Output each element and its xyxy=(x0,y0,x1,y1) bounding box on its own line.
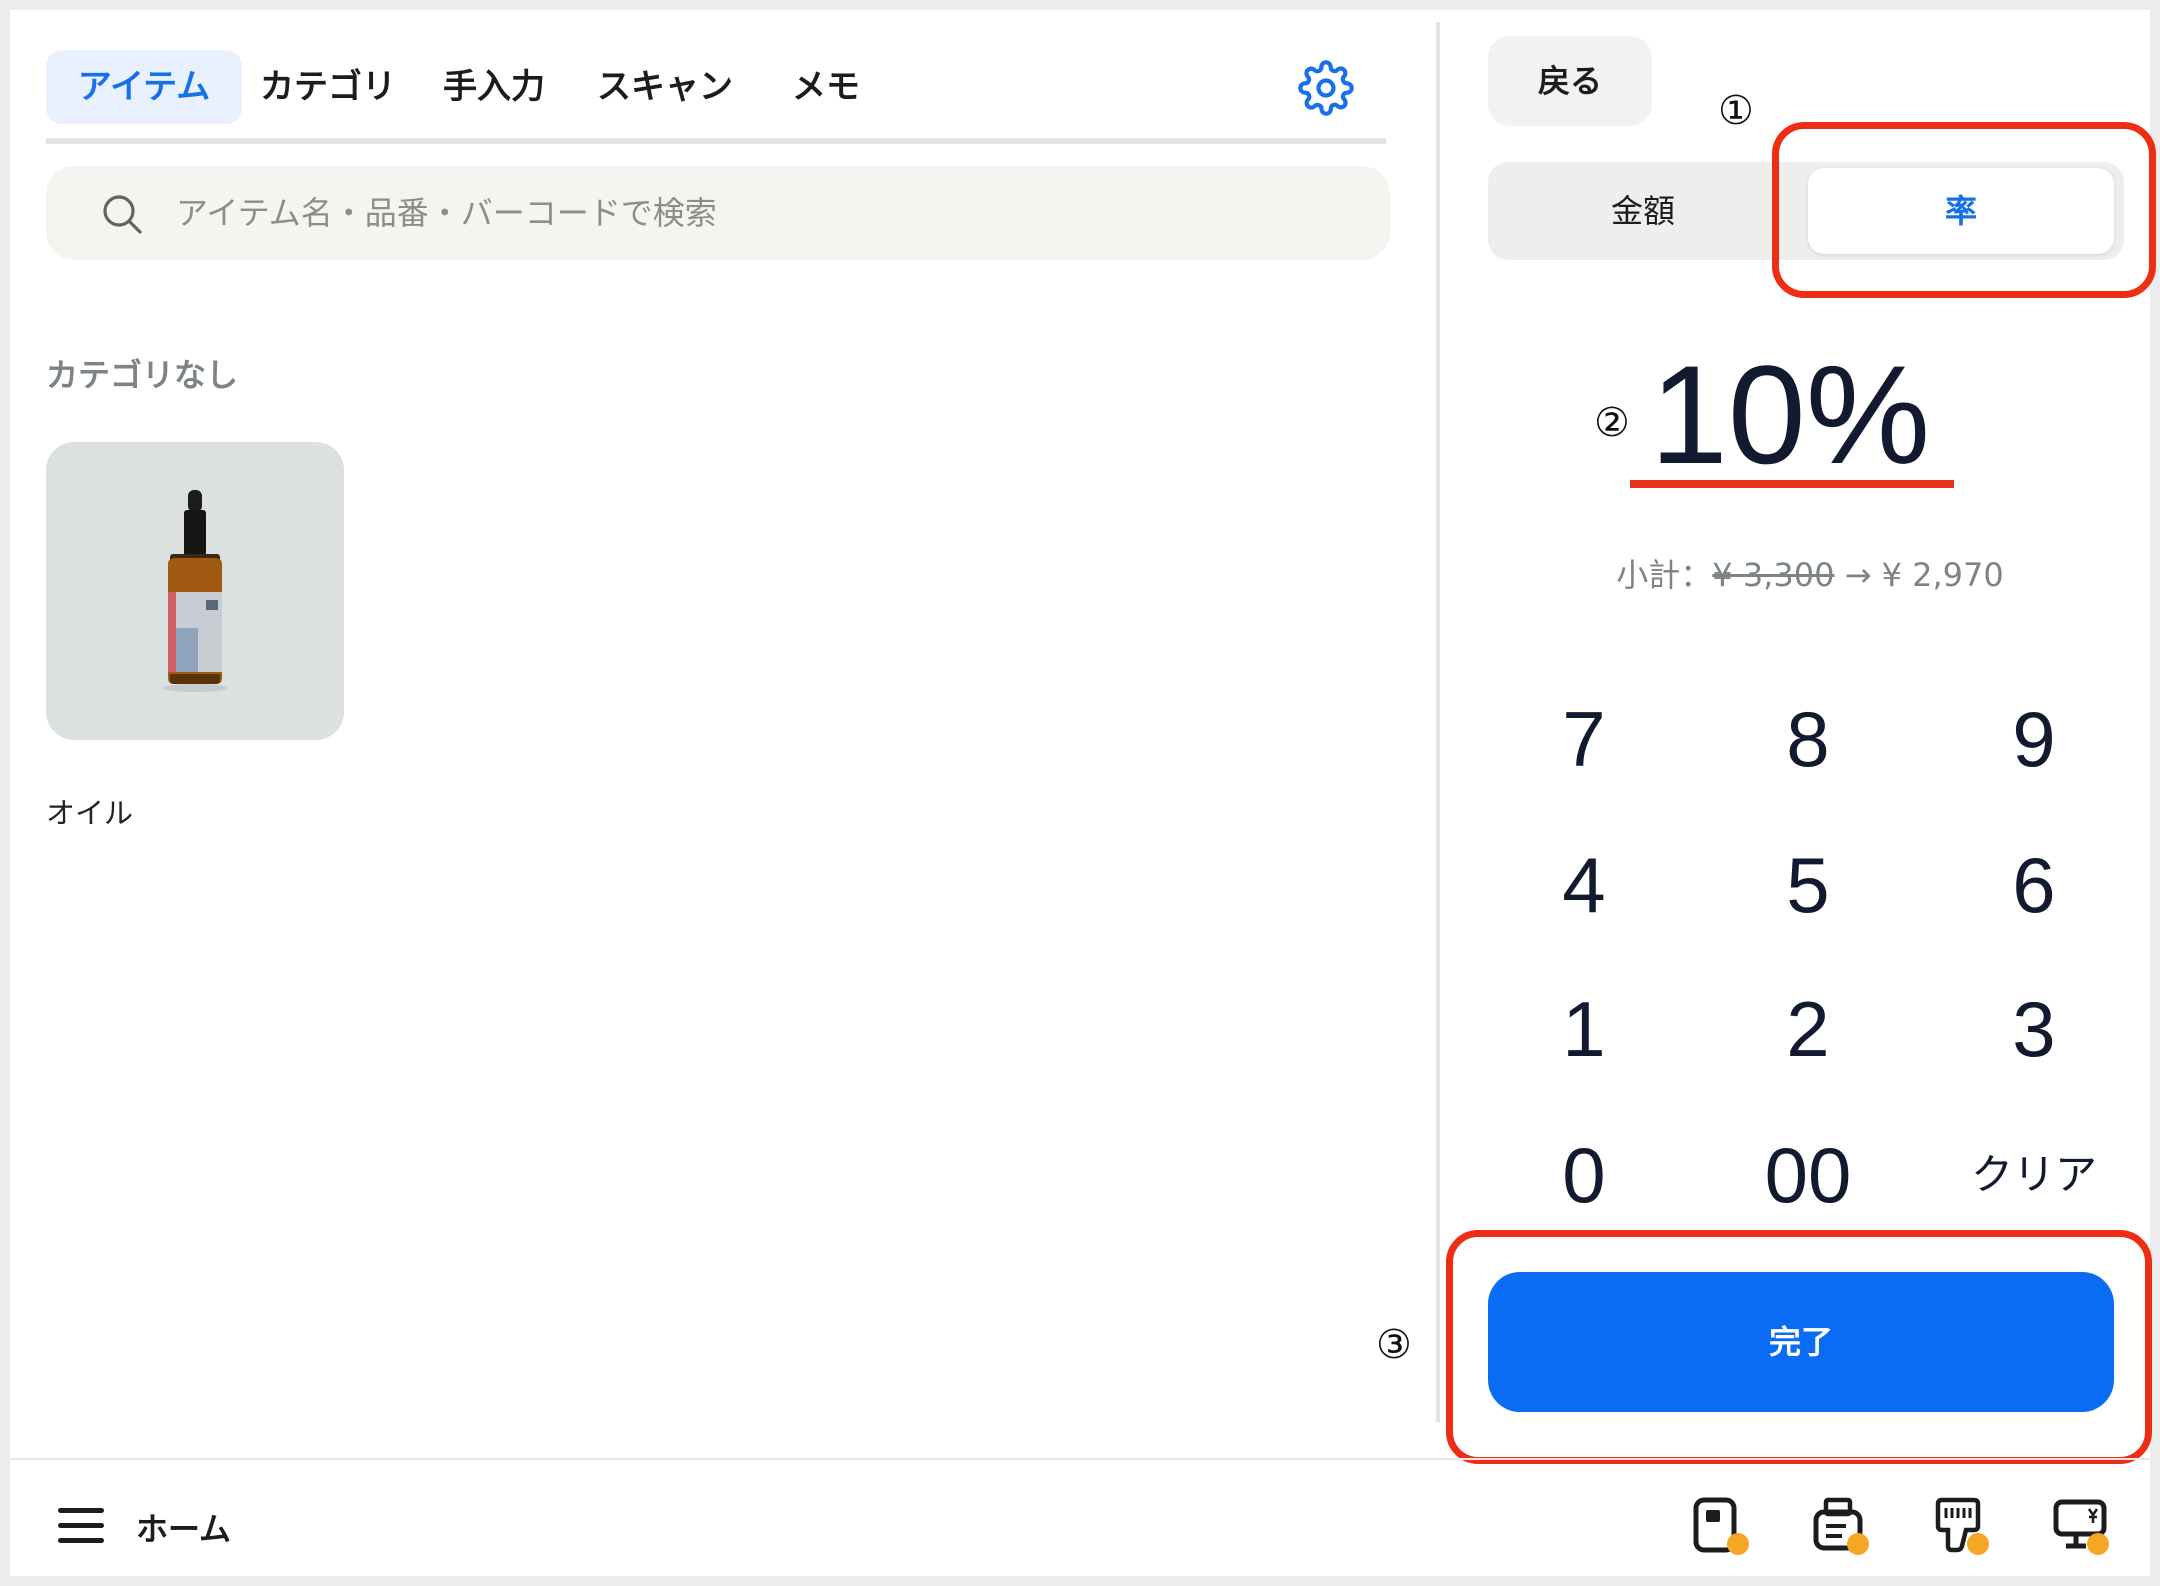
search-input[interactable] xyxy=(176,166,1356,260)
subtotal-line: 小計：¥ 3,300 → ¥ 2,970 xyxy=(1510,550,2110,596)
hamburger-menu-icon[interactable] xyxy=(56,1504,106,1548)
segment-amount[interactable]: 金額 xyxy=(1488,162,1798,260)
subtotal-label: 小計： xyxy=(1616,556,1713,594)
category-heading: カテゴリなし xyxy=(46,356,239,394)
key-5[interactable]: 5 xyxy=(1708,830,1908,940)
key-8[interactable]: 8 xyxy=(1708,684,1908,794)
tab-memo[interactable]: メモ xyxy=(756,50,896,124)
search-bar xyxy=(46,166,1390,260)
key-9[interactable]: 9 xyxy=(1934,684,2134,794)
item-tile[interactable] xyxy=(46,442,344,740)
tab-bar: アイテム カテゴリ 手入力 スキャン メモ xyxy=(46,40,1386,144)
discount-rate-display: 10% xyxy=(1650,336,1931,493)
annotation-marker-2: ② xyxy=(1594,400,1630,446)
tab-categories[interactable]: カテゴリ xyxy=(242,50,414,124)
key-6[interactable]: 6 xyxy=(1934,830,2134,940)
rate-underline-annotation xyxy=(1630,480,1954,488)
back-button[interactable]: 戻る xyxy=(1488,36,1652,126)
footer-divider xyxy=(10,1458,2150,1460)
tab-scan[interactable]: スキャン xyxy=(574,50,756,124)
receipt-printer-icon[interactable] xyxy=(1812,1496,1876,1558)
pos-screen: アイテム カテゴリ 手入力 スキャン メモ カテゴリなし xyxy=(10,10,2156,1576)
key-2[interactable]: 2 xyxy=(1708,974,1908,1084)
tab-items[interactable]: アイテム xyxy=(46,50,242,124)
annotation-marker-1: ① xyxy=(1718,88,1754,134)
settings-button[interactable] xyxy=(1298,60,1354,116)
key-1[interactable]: 1 xyxy=(1484,974,1684,1084)
search-icon xyxy=(103,195,142,234)
customer-display-icon[interactable] xyxy=(2052,1496,2116,1558)
gear-icon xyxy=(1298,60,1354,116)
key-4[interactable]: 4 xyxy=(1484,830,1684,940)
key-7[interactable]: 7 xyxy=(1484,684,1684,794)
barcode-scanner-icon[interactable] xyxy=(1932,1496,1996,1558)
card-reader-icon[interactable] xyxy=(1692,1496,1756,1558)
annotation-marker-3: ③ xyxy=(1376,1322,1412,1368)
highlight-rate-toggle xyxy=(1772,122,2156,298)
key-00[interactable]: 00 xyxy=(1708,1120,1908,1230)
key-3[interactable]: 3 xyxy=(1934,974,2134,1084)
item-name: オイル xyxy=(46,796,134,830)
oil-bottle-image xyxy=(163,490,227,692)
subtotal-before: ¥ 3,300 xyxy=(1712,556,1835,594)
key-clear[interactable]: クリア xyxy=(1934,1120,2134,1230)
home-label: ホーム xyxy=(136,1510,232,1548)
tab-manual-entry[interactable]: 手入力 xyxy=(414,50,574,124)
panel-divider xyxy=(1436,22,1440,1422)
subtotal-arrow: → xyxy=(1844,556,1872,594)
highlight-done-button xyxy=(1446,1230,2152,1464)
subtotal-after: ¥ 2,970 xyxy=(1881,556,2004,594)
key-0[interactable]: 0 xyxy=(1484,1120,1684,1230)
